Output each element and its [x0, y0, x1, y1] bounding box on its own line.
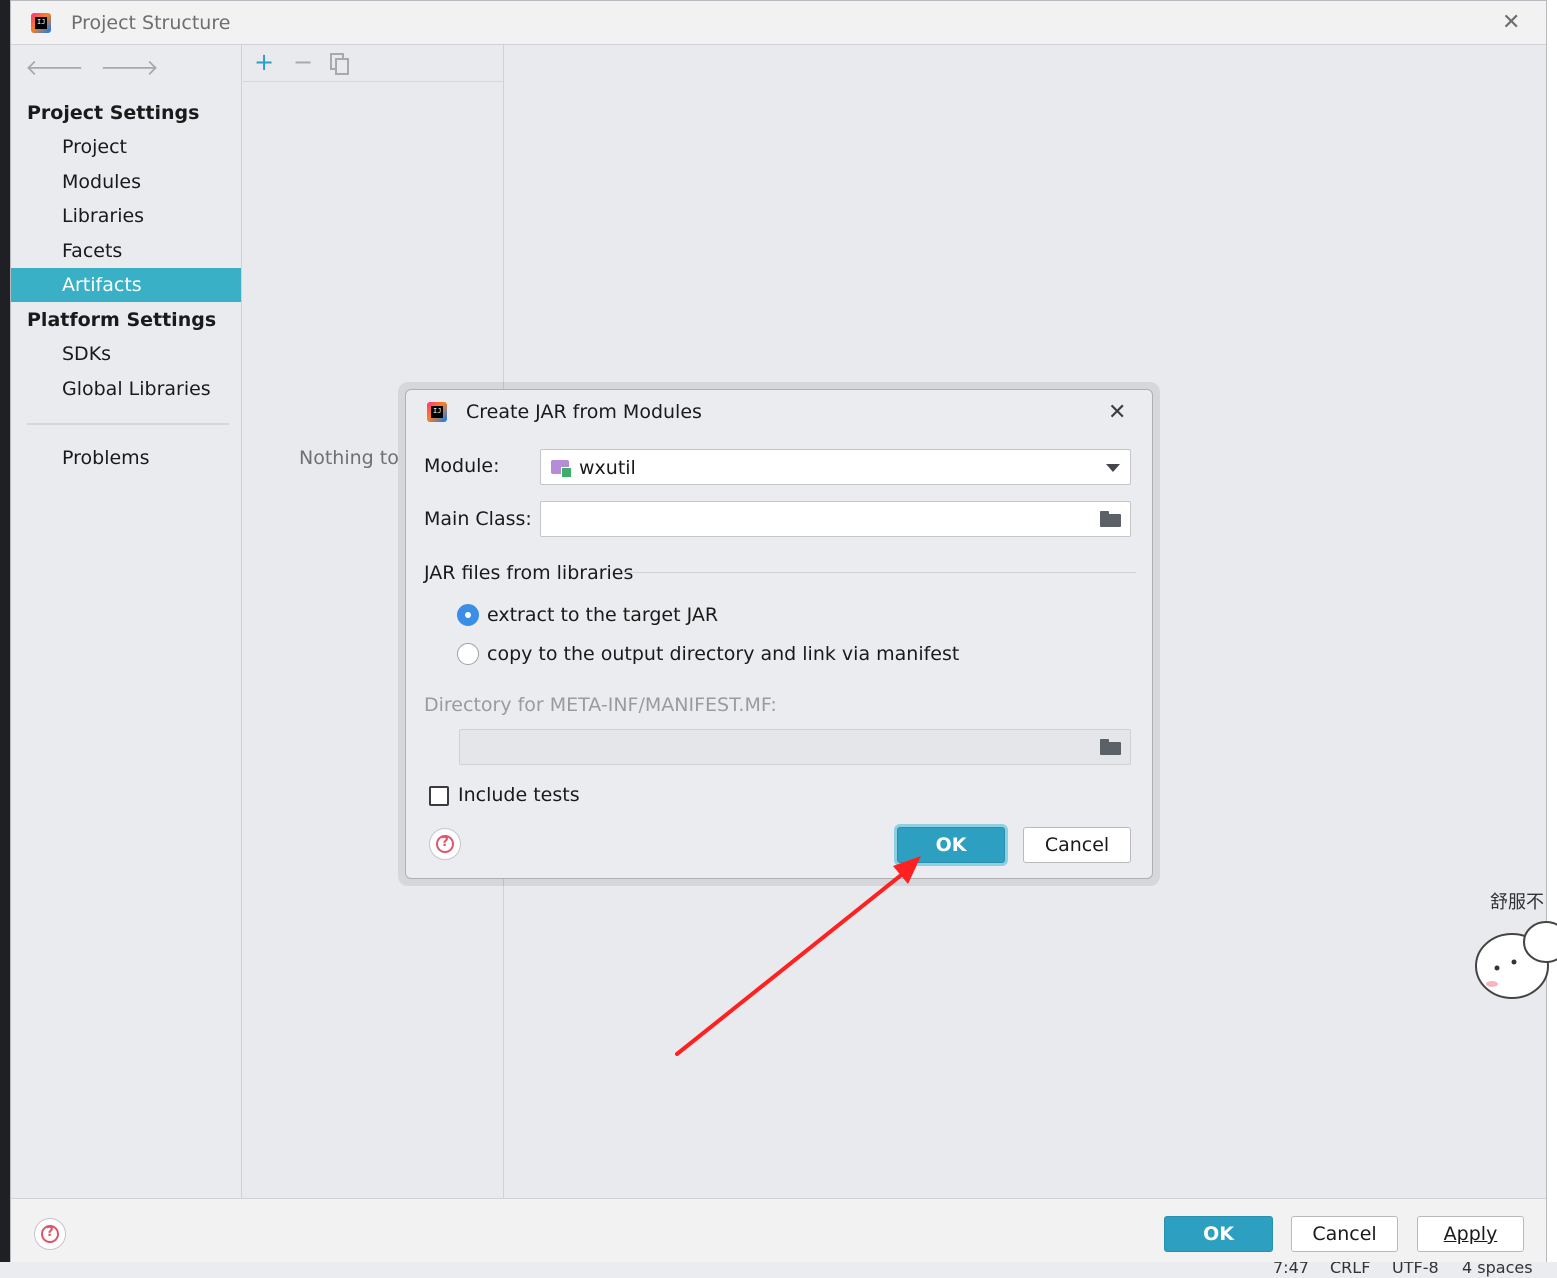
- sidebar-item-global-libraries[interactable]: Global Libraries: [11, 372, 241, 406]
- window-footer: ? OK Cancel Apply: [11, 1198, 1546, 1262]
- module-selected-value: wxutil: [579, 457, 636, 479]
- copy-radio-label[interactable]: copy to the output directory and link vi…: [487, 643, 959, 665]
- manifest-dir-input: [459, 729, 1131, 765]
- dialog-help-icon[interactable]: ?: [429, 828, 461, 860]
- sidebar-item-modules[interactable]: Modules: [11, 165, 241, 199]
- nav-arrows: 🡐 🡒: [25, 55, 175, 81]
- background-status-bar: 7:47 CRLF UTF-8 4 spaces: [0, 1258, 1557, 1278]
- manifest-dir-label: Directory for META-INF/MANIFEST.MF:: [424, 694, 777, 716]
- chevron-down-icon: [1106, 464, 1120, 472]
- title-bar: IJ Project Structure ✕: [11, 1, 1546, 45]
- window-close-icon[interactable]: ✕: [1502, 12, 1520, 34]
- sidebar-item-libraries[interactable]: Libraries: [11, 199, 241, 233]
- project-settings-header: Project Settings: [27, 102, 200, 124]
- intellij-app-icon: IJ: [31, 13, 51, 33]
- sidebar-item-artifacts[interactable]: Artifacts: [11, 268, 241, 302]
- include-tests-label[interactable]: Include tests: [458, 784, 580, 806]
- sidebar-divider: [27, 423, 229, 425]
- module-select[interactable]: wxutil: [540, 449, 1131, 485]
- forward-arrow-icon[interactable]: 🡒: [100, 56, 159, 81]
- extract-radio[interactable]: [457, 604, 479, 626]
- back-arrow-icon[interactable]: 🡐: [25, 56, 84, 81]
- manifest-browse-folder-icon: [1100, 739, 1121, 755]
- jar-files-group-label: JAR files from libraries: [424, 562, 634, 584]
- sticker-caption: 舒服不: [1490, 892, 1544, 913]
- include-tests-checkbox[interactable]: [429, 786, 449, 806]
- module-folder-icon: [551, 458, 572, 478]
- platform-settings-header: Platform Settings: [27, 309, 217, 331]
- dialog-cancel-button[interactable]: Cancel: [1023, 827, 1131, 863]
- sidebar-item-problems[interactable]: Problems: [11, 441, 241, 475]
- background-desktop: [1546, 0, 1557, 1278]
- window-title: Project Structure: [71, 12, 231, 34]
- dialog-ok-button[interactable]: OK: [897, 827, 1005, 863]
- group-separator: [624, 572, 1136, 573]
- artifacts-toolbar: + −: [243, 45, 503, 82]
- sidebar-item-sdks[interactable]: SDKs: [11, 337, 241, 371]
- extract-radio-label[interactable]: extract to the target JAR: [487, 604, 718, 626]
- sidebar-item-project[interactable]: Project: [11, 130, 241, 164]
- settings-sidebar: 🡐 🡒 Project Settings Project Modules Libr…: [11, 45, 242, 1198]
- main-class-input[interactable]: [540, 501, 1131, 537]
- apply-button[interactable]: Apply: [1417, 1216, 1524, 1252]
- dialog-app-icon: IJ: [427, 402, 447, 422]
- module-label: Module:: [424, 455, 500, 477]
- dialog-close-icon[interactable]: ✕: [1108, 402, 1126, 424]
- cancel-button[interactable]: Cancel: [1291, 1216, 1398, 1252]
- remove-artifact-icon[interactable]: −: [293, 50, 313, 74]
- ok-button[interactable]: OK: [1164, 1216, 1273, 1252]
- add-artifact-icon[interactable]: +: [254, 50, 274, 74]
- main-class-label: Main Class:: [424, 508, 532, 530]
- sidebar-item-facets[interactable]: Facets: [11, 234, 241, 268]
- copy-radio[interactable]: [457, 643, 479, 665]
- help-icon[interactable]: ?: [34, 1218, 66, 1250]
- browse-folder-icon[interactable]: [1100, 511, 1121, 527]
- copy-artifact-icon[interactable]: [330, 53, 350, 75]
- create-jar-dialog: IJ Create JAR from Modules ✕ Module: wxu…: [405, 389, 1153, 879]
- dialog-title: Create JAR from Modules: [466, 401, 702, 423]
